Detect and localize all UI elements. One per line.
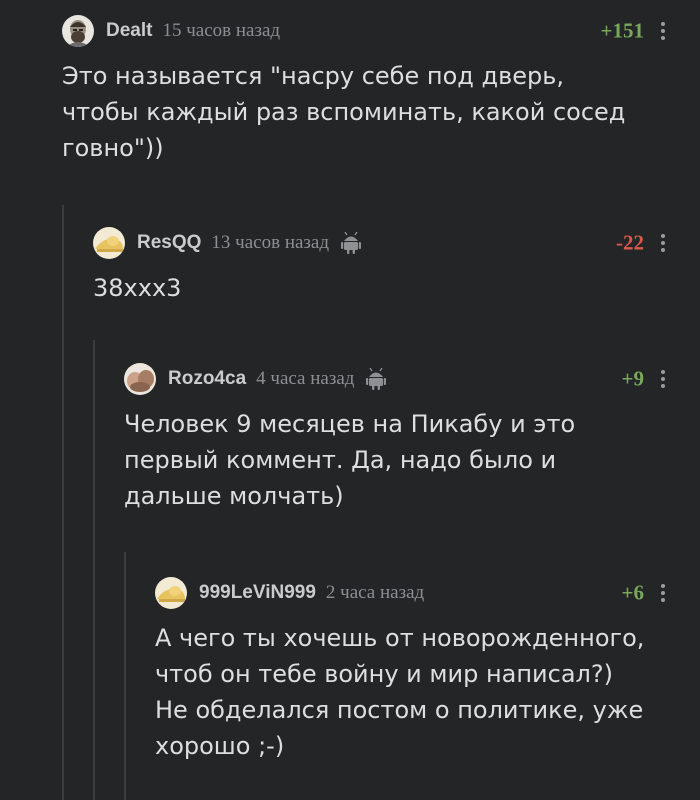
comment-header: Dealt 15 часов назад +151 (62, 14, 700, 48)
rating: -22 (616, 230, 644, 255)
comment-text: А чего ты хочешь от новорожденного, чтоб… (155, 624, 645, 760)
android-icon (341, 232, 362, 254)
comment-rozo4ca: Rozo4ca 4 часа назад +9 Человек 9 месяце… (124, 362, 700, 514)
avatar[interactable] (93, 227, 125, 259)
avatar[interactable] (155, 577, 187, 609)
thread-line-level-2 (93, 340, 95, 800)
android-icon (366, 368, 387, 390)
more-vertical-icon[interactable] (660, 583, 666, 603)
comment-header: 999LeViN999 2 часа назад +6 (155, 576, 700, 610)
comment-resqq: ResQQ 13 часов назад -22 38xxx3 (93, 226, 700, 306)
comment-dealt: Dealt 15 часов назад +151 Это называется… (62, 14, 700, 166)
username[interactable]: Rozo4ca (168, 368, 246, 390)
more-vertical-icon[interactable] (660, 233, 666, 253)
comment-header: ResQQ 13 часов назад -22 (93, 226, 700, 260)
timestamp: 13 часов назад (211, 232, 330, 253)
username[interactable]: ResQQ (137, 232, 201, 254)
more-vertical-icon[interactable] (660, 21, 666, 41)
comment-text: Человек 9 месяцев на Пикабу и это первый… (124, 410, 576, 510)
username[interactable]: Dealt (106, 20, 152, 42)
timestamp: 2 часа назад (325, 582, 425, 603)
timestamp: 4 часа назад (256, 368, 355, 389)
avatar[interactable] (124, 363, 156, 395)
more-vertical-icon[interactable] (660, 369, 666, 389)
rating: +151 (600, 18, 644, 43)
rating: +9 (621, 366, 644, 391)
rating: +6 (621, 580, 644, 605)
thread-line-level-1 (62, 205, 64, 800)
comment-text: Это называется "насру себе под дверь, чт… (62, 62, 626, 162)
comment-text: 38xxx3 (93, 274, 182, 302)
thread-line-level-3 (124, 552, 126, 800)
comment-999levin999: 999LeViN999 2 часа назад +6 А чего ты хо… (155, 576, 700, 764)
timestamp: 15 часов назад (162, 20, 281, 41)
avatar[interactable] (62, 15, 94, 47)
comment-header: Rozo4ca 4 часа назад +9 (124, 362, 700, 396)
username[interactable]: 999LeViN999 (199, 582, 316, 604)
